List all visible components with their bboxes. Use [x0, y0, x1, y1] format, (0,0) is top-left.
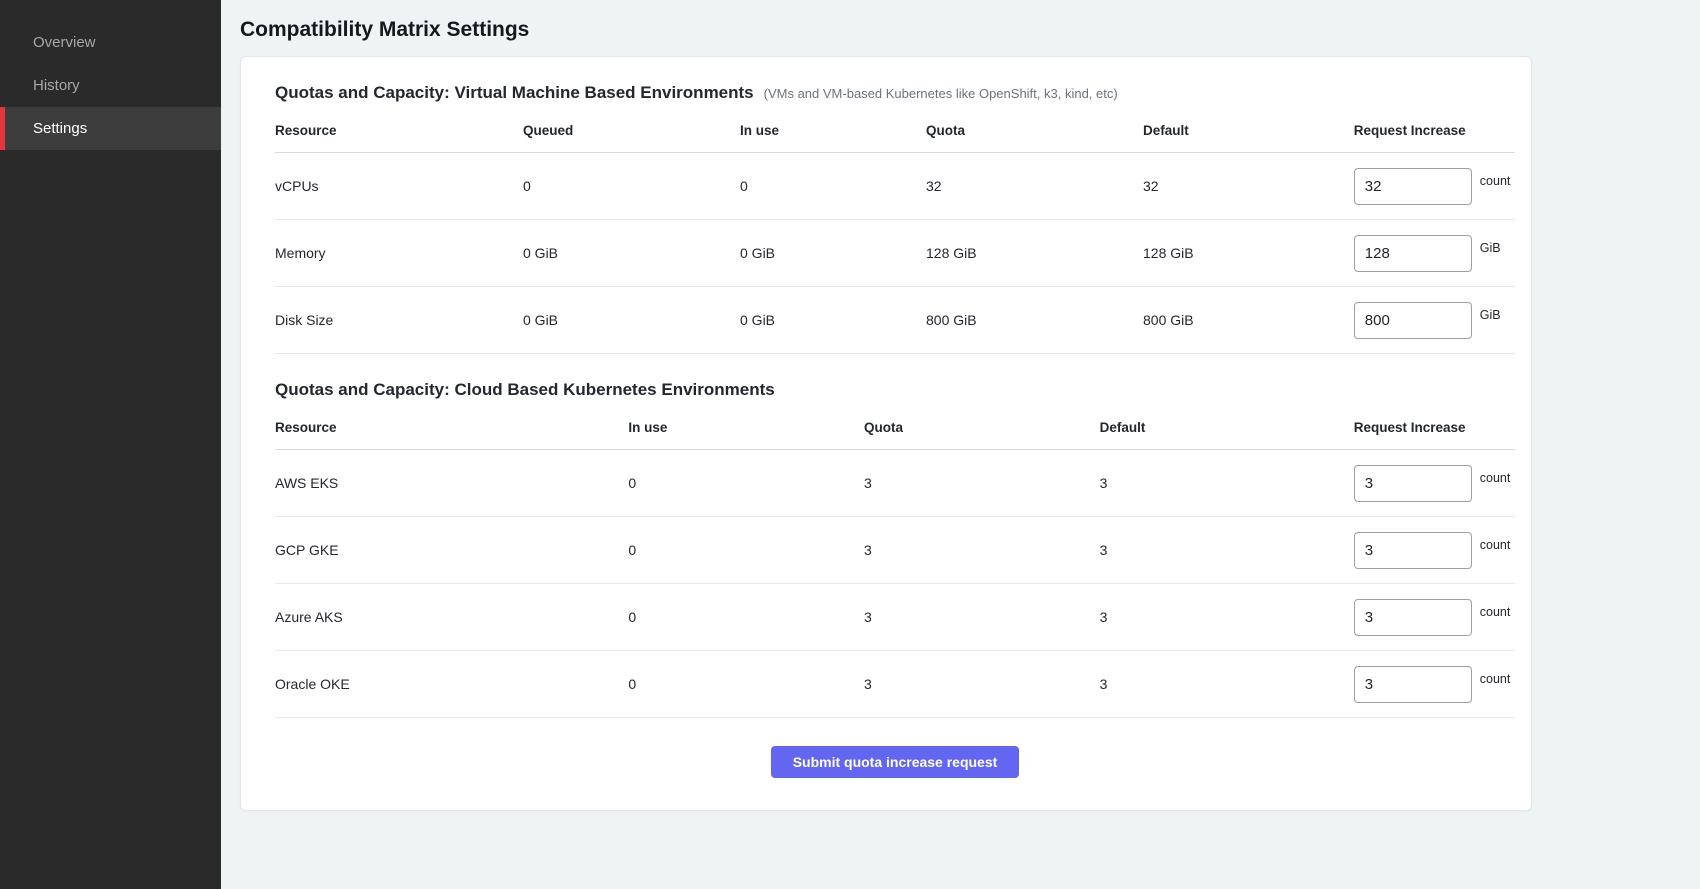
- resource-name: vCPUs: [275, 153, 523, 220]
- table-row-memory: Memory 0 GiB 0 GiB 128 GiB 128 GiB GiB: [275, 220, 1515, 287]
- table-row-azure-aks: Azure AKS 0 3 3 count: [275, 584, 1515, 651]
- in-use-value: 0: [628, 651, 864, 718]
- request-increase-input-gcp-gke[interactable]: [1354, 532, 1472, 569]
- in-use-value: 0: [628, 450, 864, 517]
- column-header-resource: Resource: [275, 414, 628, 450]
- column-header-resource: Resource: [275, 117, 523, 153]
- in-use-value: 0: [628, 584, 864, 651]
- request-increase-input-aws-eks[interactable]: [1354, 465, 1472, 502]
- resource-name: Oracle OKE: [275, 651, 628, 718]
- resource-name: Azure AKS: [275, 584, 628, 651]
- default-value: 128 GiB: [1143, 220, 1354, 287]
- in-use-value: 0 GiB: [740, 220, 926, 287]
- in-use-value: 0: [740, 153, 926, 220]
- cloud-section-title: Quotas and Capacity: Cloud Based Kuberne…: [275, 380, 775, 400]
- resource-name: AWS EKS: [275, 450, 628, 517]
- column-header-in-use: In use: [628, 414, 864, 450]
- request-increase-input-oracle-oke[interactable]: [1354, 666, 1472, 703]
- column-header-default: Default: [1143, 117, 1354, 153]
- vm-section-header: Quotas and Capacity: Virtual Machine Bas…: [275, 83, 1515, 103]
- default-value: 3: [1100, 584, 1354, 651]
- column-header-queued: Queued: [523, 117, 740, 153]
- request-increase-input-memory[interactable]: [1354, 235, 1472, 272]
- unit-label: GiB: [1480, 308, 1501, 322]
- in-use-value: 0: [628, 517, 864, 584]
- unit-label: GiB: [1480, 241, 1501, 255]
- resource-name: GCP GKE: [275, 517, 628, 584]
- request-increase-input-disk-size[interactable]: [1354, 302, 1472, 339]
- sidebar-item-label: History: [33, 77, 80, 94]
- column-header-in-use: In use: [740, 117, 926, 153]
- submit-quota-request-button[interactable]: Submit quota increase request: [771, 746, 1020, 778]
- quota-value: 800 GiB: [926, 287, 1143, 354]
- default-value: 3: [1100, 651, 1354, 718]
- sidebar-item-settings[interactable]: Settings: [0, 107, 221, 150]
- default-value: 3: [1100, 517, 1354, 584]
- vm-section-subtitle: (VMs and VM-based Kubernetes like OpenSh…: [764, 86, 1118, 101]
- column-header-request-increase: Request Increase: [1354, 414, 1515, 450]
- cloud-section-header: Quotas and Capacity: Cloud Based Kuberne…: [275, 380, 1515, 400]
- default-value: 32: [1143, 153, 1354, 220]
- request-increase-input-vcpus[interactable]: [1354, 168, 1472, 205]
- table-row-oracle-oke: Oracle OKE 0 3 3 count: [275, 651, 1515, 718]
- vm-table-header-row: Resource Queued In use Quota Default Req…: [275, 117, 1515, 153]
- unit-label: count: [1480, 174, 1511, 188]
- resource-name: Disk Size: [275, 287, 523, 354]
- page-title: Compatibility Matrix Settings: [240, 18, 1700, 42]
- sidebar-item-overview[interactable]: Overview: [0, 21, 221, 64]
- in-use-value: 0 GiB: [740, 287, 926, 354]
- settings-card: Quotas and Capacity: Virtual Machine Bas…: [240, 56, 1532, 811]
- unit-label: count: [1480, 605, 1511, 619]
- queued-value: 0 GiB: [523, 287, 740, 354]
- unit-label: count: [1480, 538, 1511, 552]
- unit-label: count: [1480, 471, 1511, 485]
- column-header-quota: Quota: [926, 117, 1143, 153]
- sidebar-item-label: Overview: [33, 34, 96, 51]
- default-value: 3: [1100, 450, 1354, 517]
- sidebar: Overview History Settings: [0, 0, 221, 889]
- resource-name: Memory: [275, 220, 523, 287]
- submit-button-container: Submit quota increase request: [275, 746, 1515, 778]
- column-header-request-increase: Request Increase: [1354, 117, 1515, 153]
- table-row-disk-size: Disk Size 0 GiB 0 GiB 800 GiB 800 GiB Gi…: [275, 287, 1515, 354]
- quota-value: 3: [864, 651, 1100, 718]
- table-row-vcpus: vCPUs 0 0 32 32 count: [275, 153, 1515, 220]
- queued-value: 0: [523, 153, 740, 220]
- quota-value: 3: [864, 584, 1100, 651]
- cloud-table-header-row: Resource In use Quota Default Request In…: [275, 414, 1515, 450]
- quota-value: 32: [926, 153, 1143, 220]
- queued-value: 0 GiB: [523, 220, 740, 287]
- quota-value: 3: [864, 450, 1100, 517]
- request-increase-input-azure-aks[interactable]: [1354, 599, 1472, 636]
- sidebar-item-history[interactable]: History: [0, 64, 221, 107]
- sidebar-item-label: Settings: [33, 120, 87, 137]
- table-row-aws-eks: AWS EKS 0 3 3 count: [275, 450, 1515, 517]
- default-value: 800 GiB: [1143, 287, 1354, 354]
- column-header-quota: Quota: [864, 414, 1100, 450]
- cloud-quota-table: Resource In use Quota Default Request In…: [275, 414, 1515, 718]
- unit-label: count: [1480, 672, 1511, 686]
- table-row-gcp-gke: GCP GKE 0 3 3 count: [275, 517, 1515, 584]
- vm-quota-table: Resource Queued In use Quota Default Req…: [275, 117, 1515, 354]
- main-content: Compatibility Matrix Settings Quotas and…: [221, 0, 1700, 889]
- column-header-default: Default: [1100, 414, 1354, 450]
- vm-section-title: Quotas and Capacity: Virtual Machine Bas…: [275, 83, 754, 103]
- quota-value: 128 GiB: [926, 220, 1143, 287]
- quota-value: 3: [864, 517, 1100, 584]
